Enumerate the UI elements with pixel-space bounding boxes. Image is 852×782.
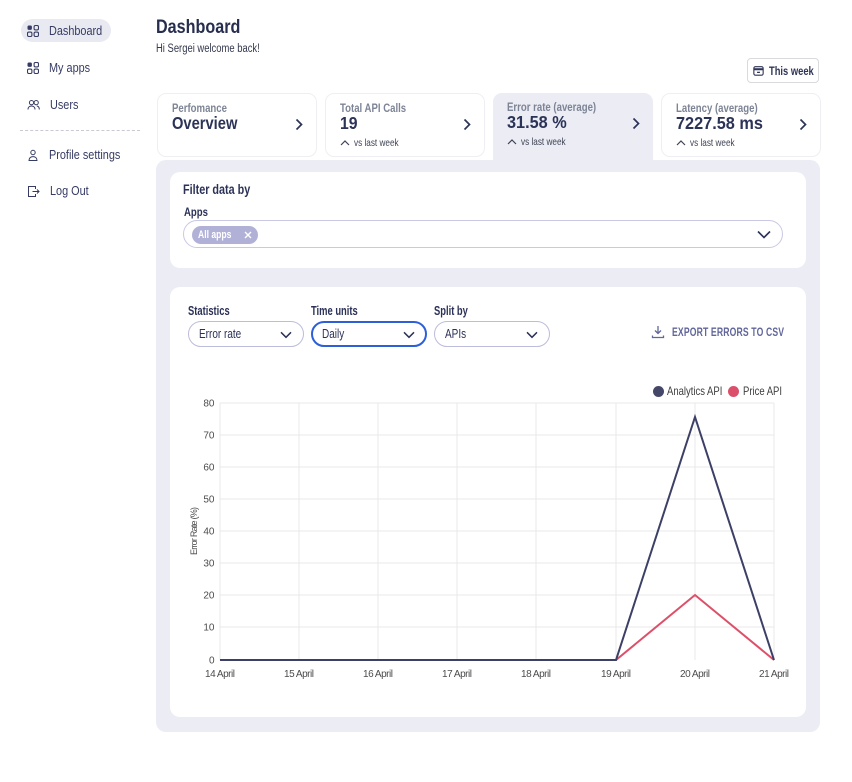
svg-text:0: 0 [209, 656, 215, 667]
svg-text:10: 10 [203, 623, 215, 634]
svg-text:18 April: 18 April [521, 669, 551, 680]
svg-text:50: 50 [203, 495, 215, 506]
svg-text:30: 30 [203, 559, 215, 570]
svg-text:40: 40 [203, 527, 215, 538]
svg-text:19 April: 19 April [601, 669, 631, 680]
svg-text:14 April: 14 April [205, 669, 235, 680]
svg-text:17 April: 17 April [442, 669, 472, 680]
svg-text:20: 20 [203, 591, 215, 602]
svg-text:80: 80 [203, 399, 215, 410]
svg-text:21 April: 21 April [759, 669, 789, 680]
svg-text:70: 70 [203, 431, 215, 442]
svg-text:Error Rate (%): Error Rate (%) [189, 507, 199, 555]
svg-text:60: 60 [203, 463, 215, 474]
svg-text:20 April: 20 April [680, 669, 710, 680]
svg-text:15 April: 15 April [284, 669, 314, 680]
svg-text:16 April: 16 April [363, 669, 393, 680]
